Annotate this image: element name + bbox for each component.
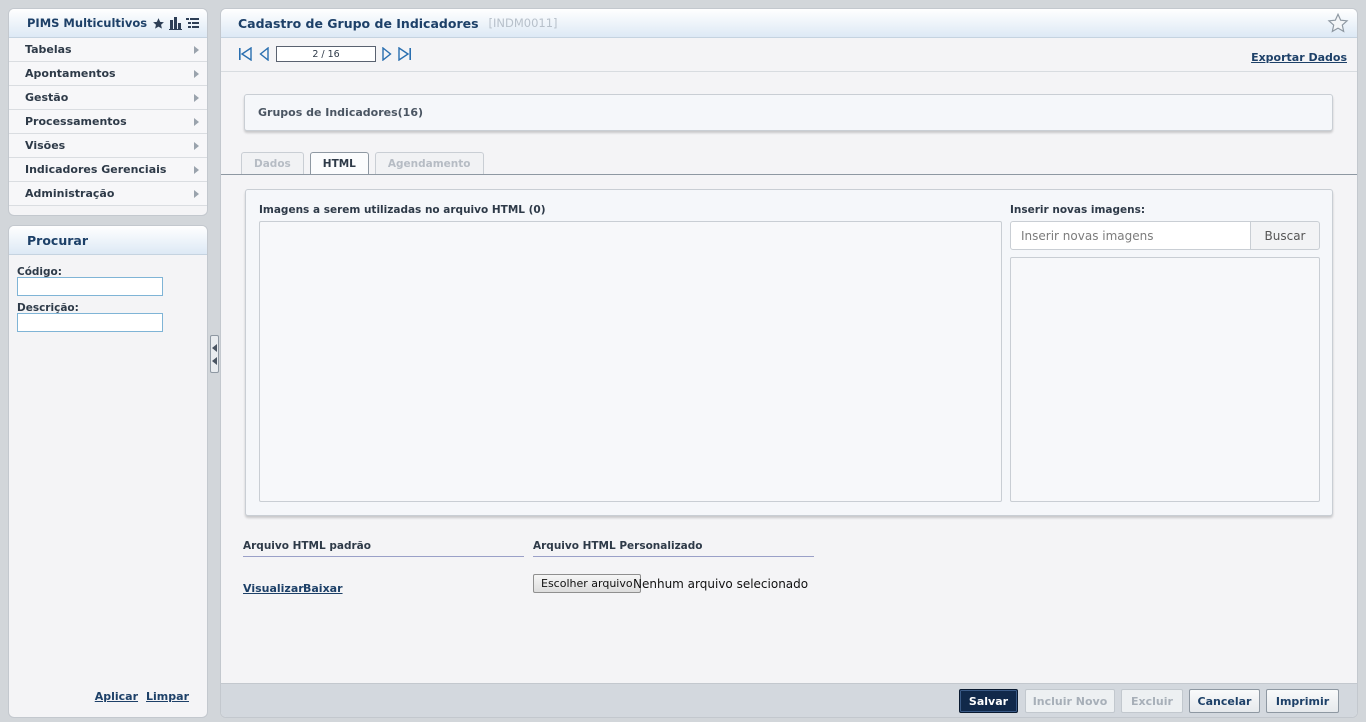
menu-item-label: Indicadores Gerenciais [25, 163, 167, 176]
last-record-icon[interactable] [398, 47, 412, 61]
chevron-right-icon [194, 69, 199, 78]
add-new-button[interactable]: Incluir Novo [1025, 689, 1115, 713]
chevron-right-icon [194, 141, 199, 150]
chevron-right-icon [194, 189, 199, 198]
tab-bar: Dados HTML Agendamento [241, 152, 484, 175]
previous-record-icon[interactable] [259, 47, 269, 61]
images-list-label: Imagens a serem utilizadas no arquivo HT… [259, 204, 546, 216]
tab-divider [221, 174, 1357, 175]
view-link[interactable]: Visualizar [243, 582, 304, 595]
app-title: PIMS Multicultivos [27, 16, 148, 30]
main-header: Cadastro de Grupo de Indicadores [INDM00… [221, 9, 1357, 38]
star-icon[interactable] [152, 17, 165, 30]
tab-html[interactable]: HTML [309, 152, 369, 175]
export-data-link[interactable]: Exportar Dados [1251, 51, 1347, 64]
menu-item-apontamentos[interactable]: Apontamentos [9, 62, 207, 86]
record-position-input[interactable] [276, 46, 376, 62]
main-panel: Cadastro de Grupo de Indicadores [INDM00… [220, 8, 1358, 718]
chevron-right-icon [194, 165, 199, 174]
menu-header: PIMS Multicultivos [9, 9, 207, 38]
bar-chart-icon[interactable] [169, 16, 182, 30]
tab-agendamento[interactable]: Agendamento [374, 152, 484, 174]
first-record-icon[interactable] [238, 47, 252, 61]
images-list[interactable] [259, 221, 1002, 502]
chevron-right-icon [194, 93, 199, 102]
cancel-button[interactable]: Cancelar [1189, 689, 1260, 713]
clear-link[interactable]: Limpar [146, 690, 189, 703]
tab-dados[interactable]: Dados [241, 152, 304, 174]
no-file-selected-text: Nenhum arquivo selecionado [633, 577, 809, 591]
menu-header-icons [152, 16, 199, 30]
description-input[interactable] [17, 313, 163, 332]
search-images-button[interactable]: Buscar [1250, 221, 1320, 250]
collapse-left-icon [212, 343, 217, 352]
page-title: Cadastro de Grupo de Indicadores [238, 15, 479, 31]
menu-item-label: Visões [25, 139, 66, 152]
save-button[interactable]: Salvar [959, 689, 1018, 713]
chevron-right-icon [194, 45, 199, 54]
main-menu-panel: PIMS Multicultivos Tabelas Apontamentos … [8, 8, 208, 216]
download-link[interactable]: Baixar [303, 582, 343, 595]
menu-list: Tabelas Apontamentos Gestão Processament… [9, 38, 207, 206]
menu-item-processamentos[interactable]: Processamentos [9, 110, 207, 134]
menu-item-indicadores-gerenciais[interactable]: Indicadores Gerenciais [9, 158, 207, 182]
search-header: Procurar [9, 226, 207, 255]
code-input[interactable] [17, 277, 163, 296]
menu-item-label: Apontamentos [25, 67, 116, 80]
menu-item-visoes[interactable]: Visões [9, 134, 207, 158]
menu-item-gestao[interactable]: Gestão [9, 86, 207, 110]
sidebar-collapse-handle[interactable] [210, 335, 219, 373]
record-navigation-toolbar: Exportar Dados [221, 38, 1357, 72]
new-images-list[interactable] [1010, 257, 1320, 502]
default-html-file-heading: Arquivo HTML padrão [243, 540, 524, 557]
page-code: [INDM0011] [488, 16, 558, 30]
insert-images-label: Inserir novas imagens: [1010, 204, 1146, 216]
choose-file-button[interactable]: Escolher arquivo [533, 574, 641, 593]
collapse-left-icon [212, 356, 217, 365]
html-images-box: Imagens a serem utilizadas no arquivo HT… [245, 189, 1333, 516]
menu-item-label: Tabelas [25, 43, 72, 56]
insert-images-input[interactable] [1010, 221, 1251, 250]
apply-link[interactable]: Aplicar [95, 690, 138, 703]
menu-item-administracao[interactable]: Administração [9, 182, 207, 206]
search-title: Procurar [27, 232, 88, 248]
custom-html-file-heading: Arquivo HTML Personalizado [533, 540, 814, 557]
group-summary-box: Grupos de Indicadores(16) [244, 94, 1333, 131]
print-button[interactable]: Imprimir [1266, 689, 1339, 713]
menu-item-tabelas[interactable]: Tabelas [9, 38, 207, 62]
menu-item-label: Processamentos [25, 115, 127, 128]
group-summary-label: Grupos de Indicadores(16) [258, 106, 423, 119]
menu-item-label: Gestão [25, 91, 69, 104]
list-icon[interactable] [186, 17, 199, 30]
search-actions: Aplicar Limpar [95, 690, 189, 703]
search-panel: Procurar Código: Descrição: Aplicar Limp… [8, 225, 208, 718]
action-footer: Salvar Incluir Novo Excluir Cancelar Imp… [221, 683, 1357, 717]
menu-item-label: Administração [25, 187, 115, 200]
chevron-right-icon [194, 117, 199, 126]
next-record-icon[interactable] [382, 47, 392, 61]
delete-button[interactable]: Excluir [1121, 689, 1183, 713]
favorite-star-icon[interactable] [1327, 12, 1349, 37]
